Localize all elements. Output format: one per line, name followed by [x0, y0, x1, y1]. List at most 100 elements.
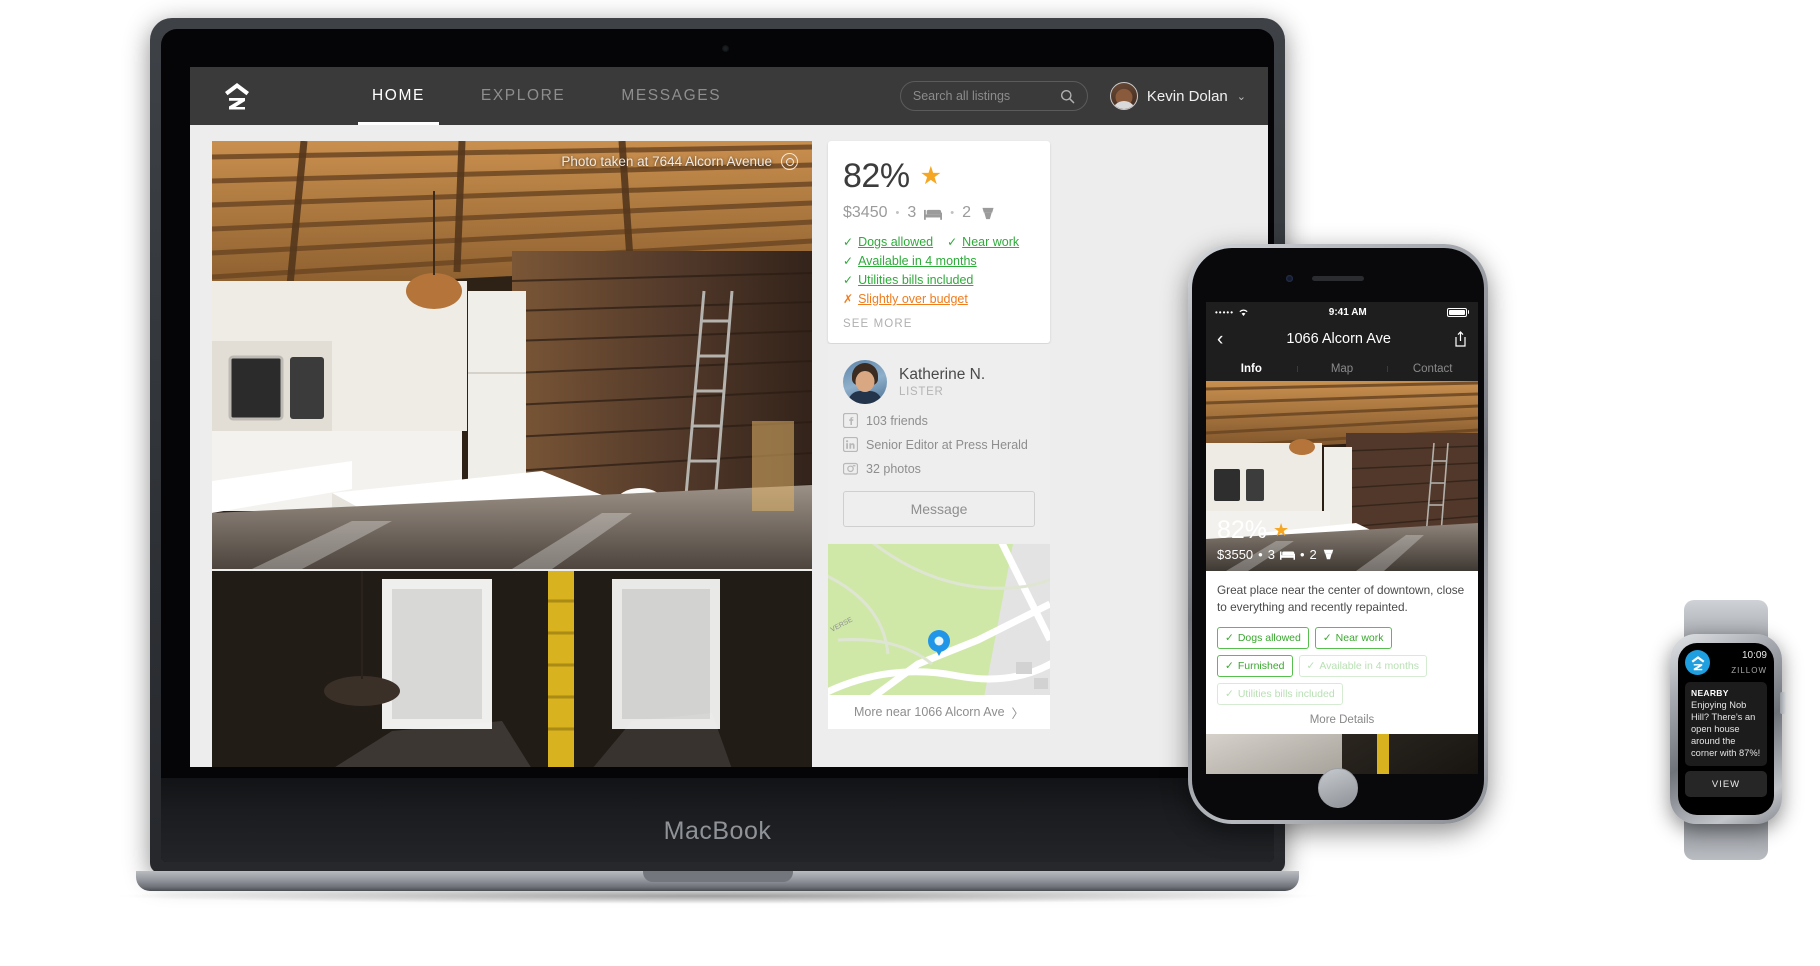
- watch-notification-body[interactable]: NEARBY Enjoying Nob Hill? There’s an ope…: [1685, 682, 1767, 767]
- tab-explore-label: EXPLORE: [480, 87, 566, 104]
- listing-photo-primary[interactable]: Photo taken at 7644 Alcorn Avenue: [212, 141, 812, 569]
- chip-near-work[interactable]: ✓ Near work: [1314, 627, 1392, 650]
- search-placeholder: Search all listings: [912, 89, 1011, 103]
- check-icon: ✓: [843, 254, 854, 268]
- iphone-inner: ••••• 9:41 AM ‹ 1066 Alcorn Ave Info Map…: [1192, 248, 1484, 820]
- feature-near-work[interactable]: ✓ Near work: [947, 235, 1019, 249]
- lister-identity: Katherine N. LISTER: [899, 366, 985, 398]
- chip-dogs-allowed[interactable]: ✓ Dogs allowed: [1217, 627, 1309, 650]
- chevron-right-icon: 〉: [1011, 706, 1025, 721]
- watch-notification-text: Enjoying Nob Hill? There’s an open house…: [1691, 700, 1761, 758]
- feature-label: Slightly over budget: [858, 292, 968, 306]
- ios-tab-info[interactable]: Info: [1206, 363, 1297, 375]
- feature-line: ✓ Available in 4 months: [843, 254, 1035, 268]
- front-camera-icon: [1286, 275, 1293, 282]
- tab-home[interactable]: HOME: [344, 67, 453, 125]
- map-card[interactable]: VERSE More near 1066 Alcorn Ave 〉: [828, 544, 1050, 729]
- ios-hero-photo[interactable]: 82% ★ $3550 • 3 • 2: [1206, 381, 1478, 571]
- map-pin-icon: [928, 630, 950, 652]
- photo-caption: Photo taken at 7644 Alcorn Avenue: [561, 153, 798, 170]
- lister-stat-label: Senior Editor at Press Herald: [866, 437, 1028, 452]
- watch-screen: 10:09 ZILLOW NEARBY Enjoying Nob Hill? T…: [1678, 643, 1774, 815]
- share-icon[interactable]: [1454, 331, 1467, 347]
- listing-sidebar: 82% ★ $3450 • 3 • 2 ✓ Dogs allowed ✓ Nea…: [828, 141, 1050, 767]
- ios-match-row: 82% ★: [1217, 516, 1335, 545]
- user-menu[interactable]: Kevin Dolan ⌄: [1109, 82, 1246, 110]
- ios-tab-label: Info: [1240, 362, 1262, 375]
- zillow-logo-glyph: [1691, 655, 1704, 670]
- ios-feature-chips: ✓ Dogs allowed ✓ Near work ✓ Furnished ✓…: [1217, 627, 1467, 706]
- chevron-down-icon: ⌄: [1236, 90, 1246, 103]
- bath-icon: [982, 207, 994, 219]
- iphone-device: ••••• 9:41 AM ‹ 1066 Alcorn Ave Info Map…: [1188, 244, 1488, 824]
- map-more-label: More near 1066 Alcorn Ave: [853, 705, 1005, 719]
- chip-furnished[interactable]: ✓ Furnished: [1217, 655, 1293, 678]
- bed-count: 3: [907, 204, 917, 221]
- ios-more-details-button[interactable]: More Details: [1217, 705, 1467, 734]
- macbook-lid: HOME EXPLORE MESSAGES Search all listing…: [150, 18, 1285, 873]
- lister-avatar[interactable]: [843, 360, 887, 404]
- watch-view-button[interactable]: VIEW: [1685, 771, 1767, 798]
- see-more-button[interactable]: SEE MORE: [843, 318, 1035, 330]
- ios-listing-meta: $3550 • 3 • 2: [1217, 547, 1335, 562]
- feature-line: ✓ Utilities bills included: [843, 273, 1035, 287]
- app-navbar: HOME EXPLORE MESSAGES Search all listing…: [190, 67, 1268, 125]
- message-button[interactable]: Message: [843, 491, 1035, 527]
- apple-watch-device: 10:09 ZILLOW NEARBY Enjoying Nob Hill? T…: [1662, 600, 1790, 860]
- macbook-bezel: HOME EXPLORE MESSAGES Search all listing…: [161, 29, 1274, 862]
- earpiece-speaker: [1312, 276, 1364, 281]
- macbook-notch: [642, 871, 793, 882]
- avatar-body: [1111, 101, 1136, 109]
- feature-label: Dogs allowed: [858, 235, 934, 249]
- app-body: Photo taken at 7644 Alcorn Avenue 82% ★ …: [190, 125, 1268, 767]
- search-input[interactable]: Search all listings: [899, 81, 1088, 111]
- feature-dogs-allowed[interactable]: ✓ Dogs allowed: [843, 235, 933, 249]
- ios-hero-info: 82% ★ $3550 • 3 • 2: [1217, 516, 1335, 562]
- signal-dots-icon: •••••: [1215, 307, 1235, 317]
- tab-messages[interactable]: MESSAGES: [593, 67, 749, 125]
- chip-label: Near work: [1335, 632, 1384, 645]
- watch-case: 10:09 ZILLOW NEARBY Enjoying Nob Hill? T…: [1670, 634, 1786, 824]
- tab-explore[interactable]: EXPLORE: [453, 67, 593, 125]
- feature-label: Utilities bills included: [858, 273, 974, 287]
- listing-photo-secondary[interactable]: [212, 571, 812, 767]
- feature-over-budget[interactable]: ✗ Slightly over budget: [843, 292, 968, 306]
- watch-app-name: ZILLOW: [1731, 666, 1767, 675]
- bath-count: 2: [962, 204, 972, 221]
- feature-label: Near work: [962, 235, 1020, 249]
- meta-separator: •: [895, 207, 900, 219]
- chip-label: Dogs allowed: [1237, 632, 1301, 645]
- chip-label: Furnished: [1237, 660, 1285, 673]
- favorite-star-icon[interactable]: ★: [1273, 520, 1289, 541]
- zillow-logo-icon[interactable]: [190, 81, 284, 111]
- ios-detail-panel: Great place near the center of downtown,…: [1206, 571, 1478, 735]
- avatar: [1109, 82, 1138, 110]
- ios-tab-label: Map: [1330, 362, 1354, 375]
- ios-tab-map[interactable]: Map: [1296, 362, 1388, 375]
- macbook-wordmark: MacBook: [663, 817, 772, 845]
- cross-icon: ✗: [843, 292, 854, 306]
- wifi-icon: [1239, 309, 1248, 316]
- ios-thumb-2[interactable]: [1342, 734, 1478, 774]
- home-button[interactable]: [1318, 768, 1358, 808]
- chip-available-4-months[interactable]: ✓ Available in 4 months: [1298, 655, 1427, 678]
- lister-header: Katherine N. LISTER: [843, 360, 1035, 404]
- match-row: 82% ★: [843, 157, 1035, 196]
- listing-price: $3450: [843, 204, 888, 221]
- check-icon: ✓: [843, 273, 854, 287]
- meta-separator-2: •: [1299, 547, 1305, 562]
- ios-thumb-1[interactable]: [1206, 734, 1342, 774]
- lister-stat-photos: 32 photos: [843, 461, 1035, 476]
- chip-utilities-included[interactable]: ✓ Utilities bills included: [1217, 683, 1343, 706]
- check-icon: ✓: [1225, 632, 1234, 645]
- favorite-star-icon[interactable]: ★: [920, 164, 942, 189]
- feature-line: ✓ Dogs allowed ✓ Near work: [843, 235, 1035, 249]
- feature-utilities-included[interactable]: ✓ Utilities bills included: [843, 273, 973, 287]
- ios-tab-contact[interactable]: Contact: [1387, 363, 1478, 375]
- ios-navbar: ‹ 1066 Alcorn Ave: [1206, 322, 1478, 356]
- map-more-link[interactable]: More near 1066 Alcorn Ave 〉: [828, 695, 1050, 729]
- digital-crown[interactable]: [1780, 692, 1786, 714]
- feature-available-4-months[interactable]: ✓ Available in 4 months: [843, 254, 977, 268]
- location-pin-icon[interactable]: [781, 153, 798, 170]
- webcam-icon: [722, 45, 729, 52]
